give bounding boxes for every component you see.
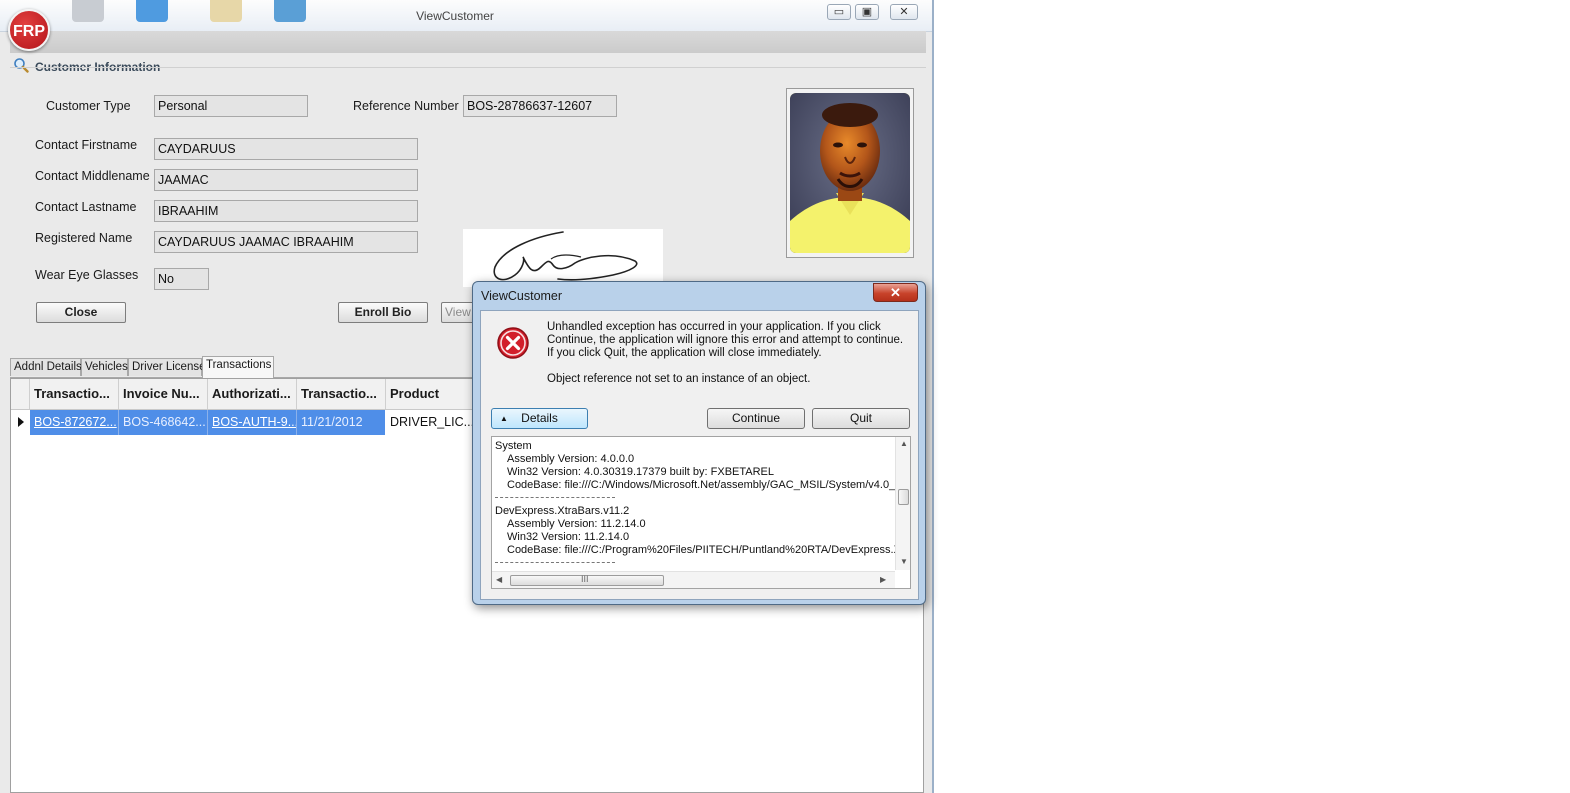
window-title: ViewCustomer [416, 9, 494, 23]
middlename-field[interactable]: JAAMAC [154, 169, 418, 191]
eye-glasses-label: Wear Eye Glasses [35, 268, 139, 282]
customer-photo-frame [786, 88, 914, 258]
title-bar: ViewCustomer ▭ ▣ ✕ [0, 0, 932, 32]
quit-button[interactable]: Quit [812, 408, 910, 429]
details-line: Assembly Version: 11.2.14.0 [507, 518, 646, 530]
details-line: CodeBase: file:///C:/Program%20Files/PII… [507, 544, 901, 556]
dialog-title: ViewCustomer [481, 289, 563, 303]
details-separator [495, 497, 615, 498]
firstname-label: Contact Firstname [35, 138, 138, 152]
details-line: CodeBase: file:///C:/Windows/Microsoft.N… [507, 479, 896, 491]
tab-transactions[interactable]: Transactions [202, 356, 274, 378]
firstname-field[interactable]: CAYDARUUS [154, 138, 418, 160]
signature-image [463, 229, 663, 287]
eye-glasses-field[interactable]: No [154, 268, 209, 290]
vertical-scroll-thumb[interactable] [898, 489, 909, 505]
section-divider [10, 67, 926, 68]
ribbon-strip [10, 31, 926, 53]
middlename-label: Contact Middlename [35, 169, 150, 183]
close-button[interactable]: Close [36, 302, 126, 323]
collapse-arrow-icon: ▲ [500, 414, 508, 423]
column-header[interactable]: Authorizati... [208, 379, 297, 409]
column-header[interactable]: Transactio... [297, 379, 386, 409]
column-header[interactable]: Transactio... [30, 379, 119, 409]
row-pointer-icon [18, 417, 24, 427]
column-header[interactable]: Product [386, 379, 475, 409]
reference-number-field[interactable]: BOS-28786637-12607 [463, 95, 617, 117]
details-button-label: Details [521, 411, 558, 425]
registered-name-label: Registered Name [35, 231, 133, 245]
scroll-right-icon[interactable]: ▶ [880, 575, 886, 584]
table-cell[interactable]: DRIVER_LIC... [386, 410, 475, 435]
tab-vehicles[interactable]: Vehicles [81, 358, 128, 376]
details-line: Win32 Version: 4.0.30319.17379 built by:… [507, 466, 775, 478]
dialog-body: Unhandled exception has occurred in your… [480, 310, 919, 600]
customer-type-field[interactable]: Personal [154, 95, 308, 117]
scroll-grip-icon: III [581, 574, 589, 584]
authorization-link[interactable]: BOS-AUTH-9... [212, 415, 296, 429]
maximize-button[interactable]: ▣ [855, 4, 879, 20]
enroll-bio-button[interactable]: Enroll Bio [338, 302, 428, 323]
details-line: DevExpress.XtraBars.v11.2 [495, 505, 630, 517]
row-indicator-header [11, 379, 30, 409]
error-dialog: ViewCustomer ✕ Unhandled exception has o… [472, 281, 926, 605]
details-line: Assembly Version: 4.0.0.0 [507, 453, 635, 465]
customer-type-label: Customer Type [46, 99, 131, 113]
details-line: Win32 Version: 11.2.14.0 [507, 531, 630, 543]
table-cell[interactable]: 11/21/2012 [297, 410, 386, 435]
exception-message: Object reference not set to an instance … [547, 373, 811, 385]
minimize-button[interactable]: ▭ [827, 4, 851, 20]
search-icon [14, 58, 29, 73]
app-logo[interactable]: FRP [8, 9, 50, 51]
lastname-label: Contact Lastname [35, 200, 137, 214]
reference-number-label: Reference Number [353, 99, 459, 113]
scroll-left-icon[interactable]: ◀ [496, 575, 502, 584]
tab-driver-license[interactable]: Driver License [128, 358, 206, 376]
transaction-link[interactable]: BOS-872672... [34, 415, 117, 429]
registered-name-field[interactable]: CAYDARUUS JAAMAC IBRAAHIM [154, 231, 418, 253]
scroll-down-icon[interactable]: ▼ [900, 557, 908, 566]
horizontal-scroll-thumb[interactable]: III [510, 574, 664, 586]
dialog-close-button[interactable]: ✕ [873, 283, 918, 302]
error-icon [497, 327, 529, 359]
exception-details-textbox[interactable]: System Assembly Version: 4.0.0.0 Win32 V… [491, 436, 911, 589]
table-cell-link[interactable]: BOS-AUTH-9... [208, 410, 297, 435]
close-window-button[interactable]: ✕ [890, 4, 918, 20]
customer-photo [790, 93, 910, 253]
horizontal-scrollbar[interactable]: ◀ III ▶ [492, 571, 895, 588]
column-header[interactable]: Invoice Nu... [119, 379, 208, 409]
details-button[interactable]: ▲ Details [491, 408, 588, 429]
table-cell-link[interactable]: BOS-872672... [30, 410, 119, 435]
scroll-up-icon[interactable]: ▲ [900, 439, 908, 448]
lastname-field[interactable]: IBRAAHIM [154, 200, 418, 222]
continue-button[interactable]: Continue [707, 408, 805, 429]
details-separator [495, 562, 615, 563]
details-line: System [495, 440, 532, 452]
tab-addnl-details[interactable]: Addnl Details [10, 358, 82, 376]
vertical-scrollbar[interactable]: ▲ ▼ [895, 437, 910, 570]
table-cell[interactable]: BOS-468642... [119, 410, 208, 435]
error-message: Unhandled exception has occurred in your… [547, 321, 904, 359]
